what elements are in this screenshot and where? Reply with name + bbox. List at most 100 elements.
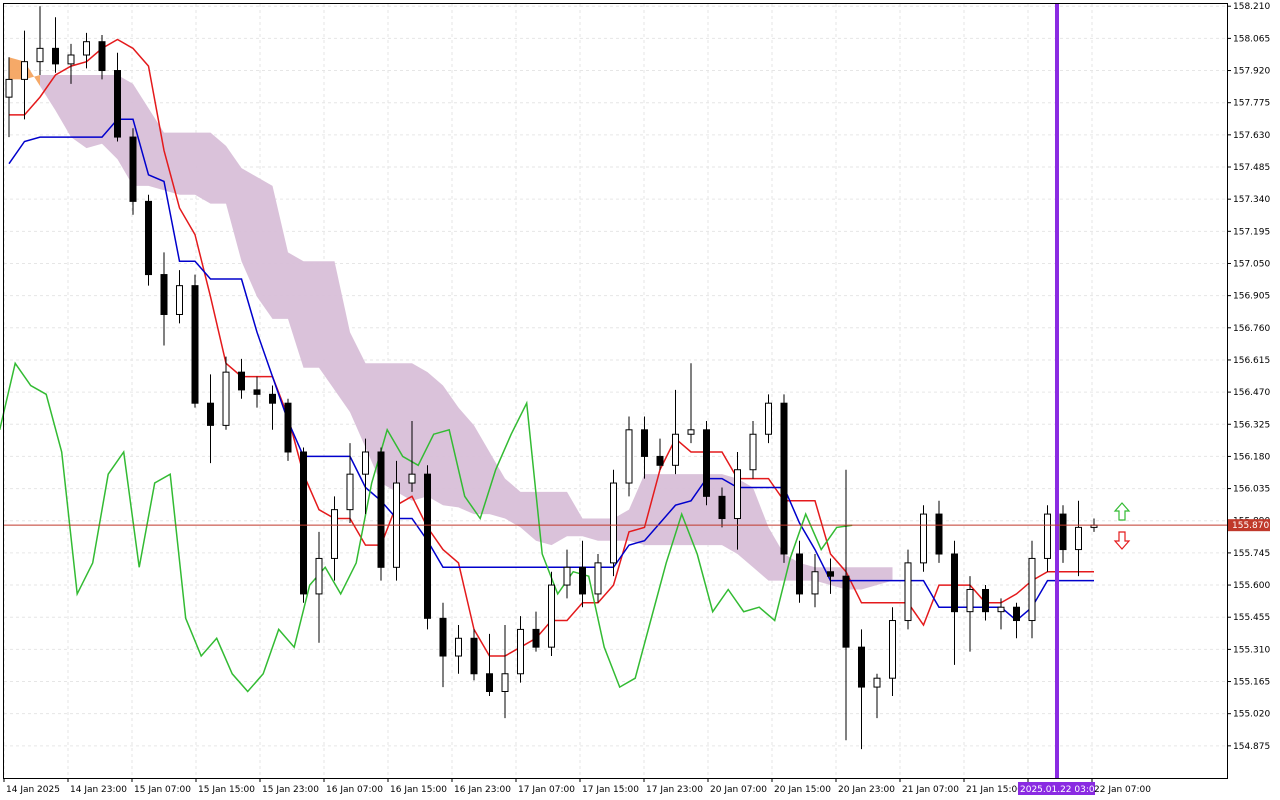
candle-bullish[interactable]: [594, 562, 602, 595]
candle-bullish[interactable]: [408, 473, 416, 484]
candle-bearish[interactable]: [300, 451, 307, 595]
time-tick-label: 17 Jan 23:00: [646, 785, 703, 795]
candle-bearish[interactable]: [52, 47, 59, 65]
candle-bearish[interactable]: [269, 393, 276, 404]
candle-bullish[interactable]: [222, 371, 230, 426]
candle-bullish[interactable]: [517, 628, 524, 675]
time-tick-label: 16 Jan 07:00: [326, 785, 383, 795]
cloud-segment-bearish: [257, 176, 273, 319]
time-tick-label: 22 Jan 07:00: [1094, 785, 1151, 795]
candle-bearish[interactable]: [935, 513, 943, 555]
candle-bearish[interactable]: [718, 495, 726, 520]
candle-bullish[interactable]: [346, 473, 354, 511]
candle-bearish[interactable]: [1013, 606, 1020, 622]
candle-bearish[interactable]: [982, 588, 989, 613]
candle-bullish[interactable]: [873, 677, 881, 688]
time-tick-label: 17 Jan 15:00: [582, 785, 639, 795]
candle-bullish[interactable]: [548, 584, 555, 648]
candle-bullish[interactable]: [331, 509, 338, 559]
candle-bullish[interactable]: [966, 588, 974, 613]
price-tick-label: 156.905: [1233, 292, 1270, 302]
time-tick-label: 20 Jan 23:00: [838, 785, 895, 795]
candle-bearish[interactable]: [579, 566, 586, 595]
candle-bullish[interactable]: [610, 482, 617, 564]
candle-bearish[interactable]: [191, 285, 199, 404]
candle-bearish[interactable]: [129, 136, 137, 202]
price-tick-label: 156.325: [1233, 420, 1270, 430]
time-tick-label: 15 Jan 23:00: [262, 785, 319, 795]
candle-bullish[interactable]: [315, 557, 323, 595]
price-tick-label: 155.165: [1233, 678, 1270, 688]
candle-bearish[interactable]: [114, 70, 121, 138]
candle-bearish[interactable]: [207, 402, 214, 426]
cloud-segment-bearish: [195, 132, 211, 204]
candle-bearish[interactable]: [238, 371, 245, 391]
candle-bullish[interactable]: [1044, 513, 1051, 559]
candle-bearish[interactable]: [1059, 513, 1067, 551]
cloud-segment-bearish: [303, 261, 319, 368]
candle-bearish[interactable]: [842, 575, 850, 648]
candle-bullish[interactable]: [5, 78, 13, 98]
candle-bearish[interactable]: [160, 274, 168, 315]
candle-bullish[interactable]: [904, 562, 912, 622]
candle-bullish[interactable]: [811, 571, 819, 595]
cloud-segment-bearish: [179, 132, 195, 195]
candle-bearish[interactable]: [145, 200, 152, 276]
candle-bullish[interactable]: [749, 433, 757, 471]
candle-bullish[interactable]: [889, 620, 896, 679]
candle-bearish[interactable]: [532, 628, 540, 648]
candle-bearish[interactable]: [656, 455, 664, 466]
candle-bullish[interactable]: [176, 285, 183, 315]
time-tick-label: 16 Jan 15:00: [390, 785, 447, 795]
candle-bearish[interactable]: [641, 429, 648, 457]
candle-bullish[interactable]: [765, 402, 772, 435]
time-tick-label: 20 Jan 07:00: [710, 785, 767, 795]
candle-bullish[interactable]: [1075, 526, 1082, 551]
candle-bullish[interactable]: [362, 451, 369, 475]
candle-bullish[interactable]: [625, 429, 633, 484]
candle-bullish[interactable]: [83, 41, 90, 56]
candle-bullish[interactable]: [67, 54, 75, 65]
candle-bullish[interactable]: [455, 637, 462, 657]
candle-bearish[interactable]: [424, 473, 431, 619]
candle-bearish[interactable]: [284, 402, 292, 453]
price-tick-label: 157.630: [1233, 131, 1270, 141]
time-tick-label: 14 Jan 23:00: [70, 785, 127, 795]
price-tick-label: 154.875: [1233, 742, 1270, 752]
cloud-segment-bearish: [551, 491, 567, 546]
time-tick-label: 15 Jan 15:00: [198, 785, 255, 795]
candle-bearish[interactable]: [253, 389, 261, 395]
candle-bearish[interactable]: [780, 402, 788, 555]
candle-bullish[interactable]: [501, 673, 509, 693]
price-tick-label: 158.065: [1233, 34, 1270, 44]
time-tick-label: 17 Jan 07:00: [518, 785, 575, 795]
cloud-segment-bearish: [319, 261, 335, 390]
cloud-segment-bearish: [164, 132, 180, 195]
candle-bullish[interactable]: [36, 47, 44, 63]
price-tick-label: 156.035: [1233, 485, 1270, 495]
price-tick-label: 156.470: [1233, 388, 1270, 398]
time-tick-label: 21 Jan 15:00: [966, 785, 1023, 795]
candle-bullish[interactable]: [563, 566, 571, 586]
candle-bearish[interactable]: [470, 637, 478, 675]
candle-bearish[interactable]: [951, 553, 958, 613]
candle-bullish[interactable]: [21, 61, 28, 80]
candle-bullish[interactable]: [672, 433, 679, 466]
candle-bearish[interactable]: [827, 571, 834, 577]
candle-bearish[interactable]: [377, 451, 385, 568]
candle-bearish[interactable]: [439, 617, 447, 657]
price-tick-label: 155.020: [1233, 710, 1270, 720]
candle-bearish[interactable]: [858, 646, 865, 688]
candle-bearish[interactable]: [98, 41, 106, 72]
candle-bullish[interactable]: [1028, 557, 1036, 622]
candle-bullish[interactable]: [734, 469, 741, 520]
candle-bearish[interactable]: [703, 429, 710, 497]
candle-bearish[interactable]: [796, 553, 803, 595]
price-tick-label: 155.455: [1233, 613, 1270, 623]
candle-bullish[interactable]: [920, 513, 927, 564]
price-tick-label: 157.195: [1233, 227, 1270, 237]
candle-bearish[interactable]: [486, 673, 493, 693]
candle-bullish[interactable]: [687, 429, 695, 435]
candle-bullish[interactable]: [997, 606, 1005, 613]
price-tick-label: 157.340: [1233, 195, 1270, 205]
